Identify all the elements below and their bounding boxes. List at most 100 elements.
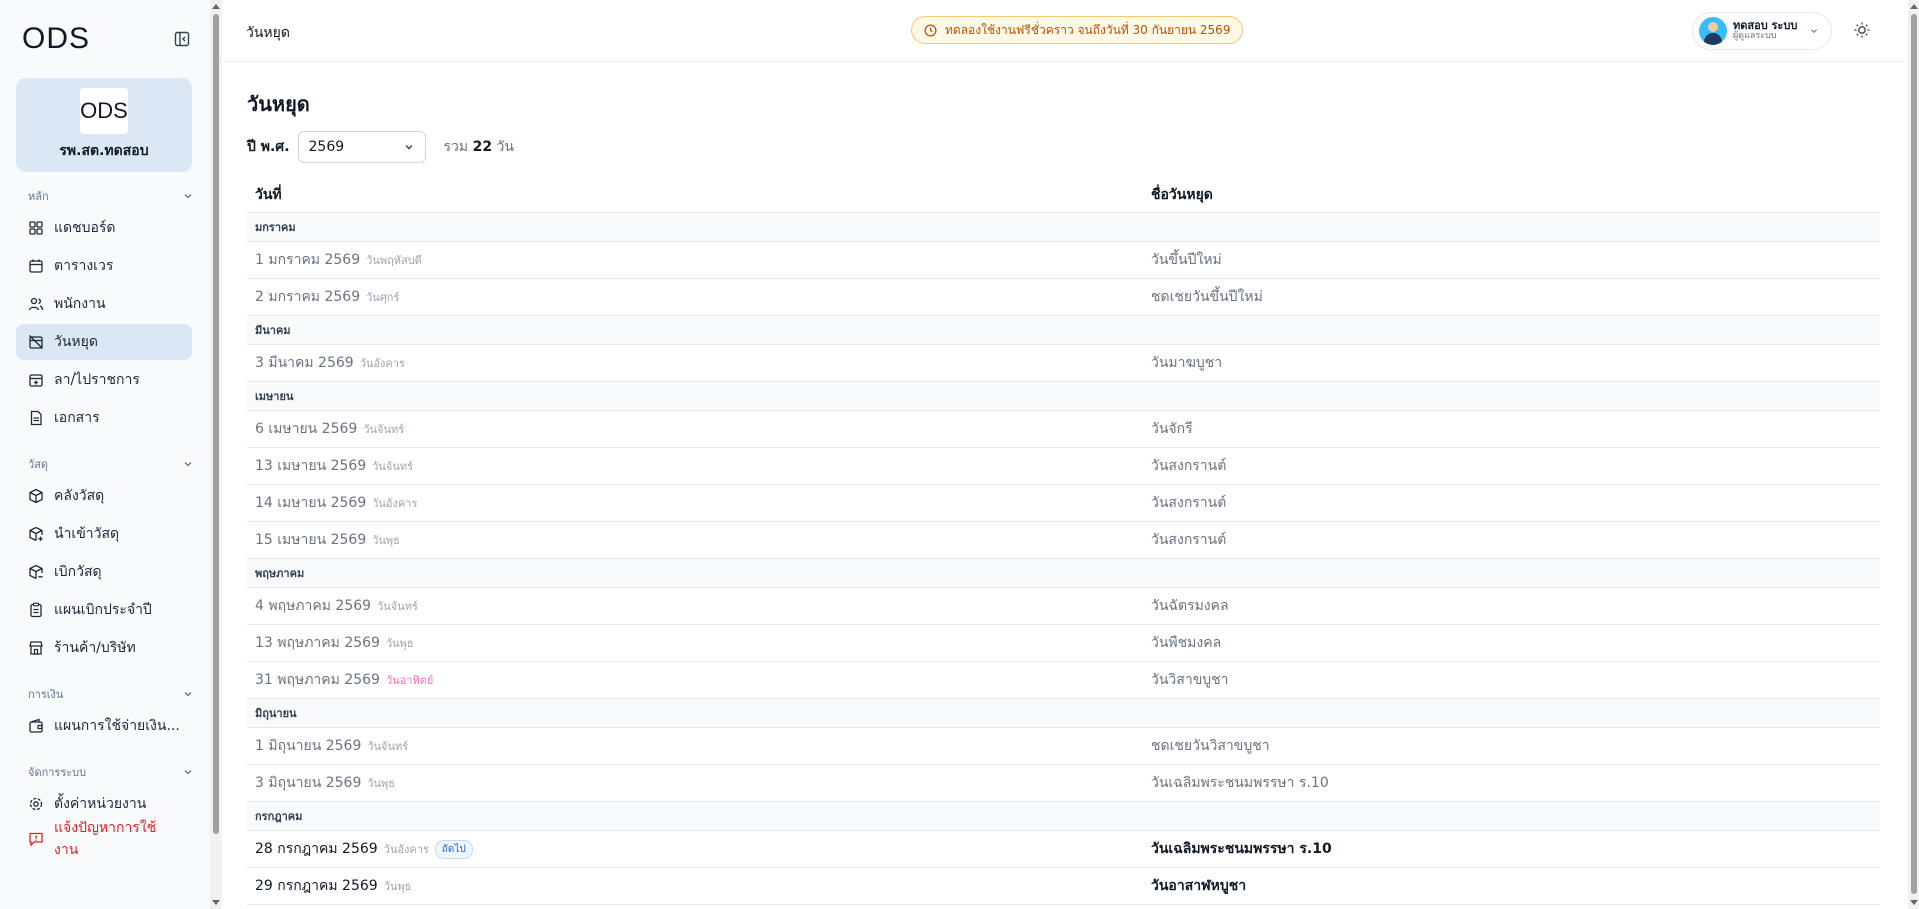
org-card: ODS รพ.สต.ทดสอบ [16,78,192,172]
calendar-off-icon [29,335,43,349]
chevron-down-icon [405,145,413,150]
holiday-date: 6 เมษายน 2569 [255,421,358,437]
scroll-down-icon[interactable] [1910,900,1918,905]
sidebar-scroll-thumb[interactable] [213,14,219,834]
holiday-weekday: วันพฤหัสบดี [366,254,422,267]
sidebar-scrollbar[interactable] [210,0,222,909]
holiday-name: วันเฉลิมพระชนมพรรษา ร.10 [1151,841,1332,857]
collapse-sidebar-icon[interactable] [172,29,192,49]
scroll-up-icon[interactable] [212,4,220,9]
holiday-name: วันสงกรานต์ [1151,495,1227,511]
chevron-down-icon [1811,29,1818,34]
month-group-row: มกราคม [247,213,1880,242]
holiday-weekday: วันศุกร์ [366,291,400,304]
top-header: วันหยุด ทดลองใช้งานฟรีชั่วคราว จนถึงวันท… [222,0,1908,62]
sidebar-item-report-issue[interactable]: แจ้งปัญหาการใช้งาน [16,820,192,858]
month-group-row: กรกฎาคม [247,802,1880,831]
table-row: 13 พฤษภาคม 2569 วันพุธ วันพืชมงคล [247,625,1880,662]
document-icon [30,410,42,426]
main-scroll-thumb[interactable] [1911,14,1917,894]
sidebar-item-dashboard[interactable]: แดชบอร์ด [16,210,192,246]
holiday-name: ชดเชยวันขึ้นปีใหม่ [1151,289,1263,305]
table-row: 14 เมษายน 2569 วันอังคาร วันสงกรานต์ [247,485,1880,522]
table-row: 3 มีนาคม 2569 วันอังคาร วันมาฆบูชา [247,345,1880,382]
holiday-name: วันเฉลิมพระชนมพรรษา ร.10 [1151,775,1329,791]
section-supplies[interactable]: วัสดุ [0,452,208,476]
users-icon [28,297,44,311]
holiday-name: วันพืชมงคล [1151,635,1222,651]
holiday-weekday: วันอังคาร [383,843,429,856]
user-role: ผู้ดูแลระบบ [1733,31,1777,42]
app-logo: ODS [22,22,91,55]
year-select[interactable]: 2569 [297,131,426,163]
scroll-down-icon[interactable] [212,900,220,905]
table-row: 1 มกราคม 2569 วันพฤหัสบดี วันขึ้นปีใหม่ [247,242,1880,279]
org-logo: ODS [80,88,128,134]
sidebar-item-holidays[interactable]: วันหยุด [16,324,192,360]
calendar-plus-icon [29,374,43,387]
user-menu[interactable]: ทดสอบ ระบบ ผู้ดูแลระบบ [1692,12,1832,50]
holiday-name: วันอาสาฬหบูชา [1151,878,1247,894]
table-row: 31 พฤษภาคม 2569 วันอาทิตย์ วันวิสาขบูชา [247,662,1880,699]
holiday-weekday: วันจันทร์ [377,600,418,613]
sidebar-item-inventory[interactable]: คลังวัสดุ [16,478,192,514]
sidebar: ODS ODS รพ.สต.ทดสอบ หลัก แดชบอร์ด ตารางเ… [0,0,208,909]
sidebar-item-documents[interactable]: เอกสาร [16,400,192,436]
holiday-weekday: วันพุธ [372,534,400,547]
holiday-total: รวม 22 วัน [443,139,514,155]
holiday-date: 3 มิถุนายน 2569 [255,775,362,791]
holiday-weekday: วันจันทร์ [372,460,414,473]
next-holiday-badge: ถัดไป [434,839,473,859]
main-content: วันหยุด ปี พ.ศ. 2569 รวม 22 วัน วันที่ ช… [222,62,1908,909]
sidebar-item-leave[interactable]: ลา/ไปราชการ [16,362,192,398]
year-filter: ปี พ.ศ. 2569 รวม 22 วัน [247,131,514,163]
calendar-icon [29,259,43,273]
main-scrollbar[interactable] [1908,0,1919,909]
holiday-date: 3 มีนาคม 2569 [255,355,354,371]
chevron-down-icon [184,770,192,775]
holiday-weekday: วันอังคาร [359,357,405,370]
chevron-down-icon [184,692,192,697]
sidebar-item-schedule[interactable]: ตารางเวร [16,248,192,284]
scroll-up-icon[interactable] [1910,4,1918,9]
store-icon [29,641,43,655]
holiday-date: 15 เมษายน 2569 [255,532,367,548]
sidebar-item-budget-plan[interactable]: แผนการใช้จ่ายเงิน... [16,708,192,744]
clock-icon [924,24,937,36]
holiday-date: 1 มกราคม 2569 [255,252,361,268]
holiday-name: วันจักรี [1151,421,1193,437]
table-row: 29 กรกฎาคม 2569 วันพุธ วันอาสาฬหบูชา [247,868,1880,905]
holiday-weekday: วันจันทร์ [367,740,409,753]
trial-notice-badge: ทดลองใช้งานฟรีชั่วคราว จนถึงวันที่ 30 กั… [911,16,1244,44]
holiday-table: วันที่ ชื่อวันหยุด มกราคม 1 มกราคม 2569 วั… [247,178,1880,905]
holiday-date: 4 พฤษภาคม 2569 [255,598,372,614]
column-header-name: ชื่อวันหยุด [1151,187,1213,203]
chevron-down-icon [184,194,192,199]
holiday-date: 13 พฤษภาคม 2569 [255,635,380,651]
section-finance[interactable]: การเงิน [0,682,208,706]
holiday-date: 28 กรกฎาคม 2569 [255,841,378,857]
sidebar-item-staff[interactable]: พนักงาน [16,286,192,322]
holiday-weekday: วันอังคาร [372,497,418,510]
sidebar-item-vendors[interactable]: ร้านค้า/บริษัท [16,630,192,666]
table-header: วันที่ ชื่อวันหยุด [247,178,1880,213]
sidebar-item-annual-plan[interactable]: แผนเบิกประจำปี [16,592,192,628]
holiday-date: 2 มกราคม 2569 [255,289,361,305]
theme-toggle-sun-icon[interactable] [1853,21,1871,39]
table-row: 13 เมษายน 2569 วันจันทร์ วันสงกรานต์ [247,448,1880,485]
holiday-name: วันวิสาขบูชา [1151,672,1229,688]
section-main[interactable]: หลัก [0,184,208,208]
holiday-weekday: วันพุธ [385,637,414,650]
section-system[interactable]: จัดการระบบ [0,760,208,784]
holiday-name: วันฉัตรมงคล [1151,598,1229,614]
sidebar-item-import-supplies[interactable]: นำเข้าวัสดุ [16,516,192,552]
page-title: วันหยุด [247,92,310,116]
holiday-name: วันสงกรานต์ [1151,532,1227,548]
holiday-name: ชดเชยวันวิสาขบูชา [1151,738,1270,754]
package-minus-icon [29,564,43,580]
sidebar-item-withdraw-supplies[interactable]: เบิกวัสดุ [16,554,192,590]
package-icon [29,488,43,504]
holiday-date: 13 เมษายน 2569 [255,458,367,474]
holiday-date: 1 มิถุนายน 2569 [255,738,362,754]
month-group-row: มีนาคม [247,316,1880,345]
